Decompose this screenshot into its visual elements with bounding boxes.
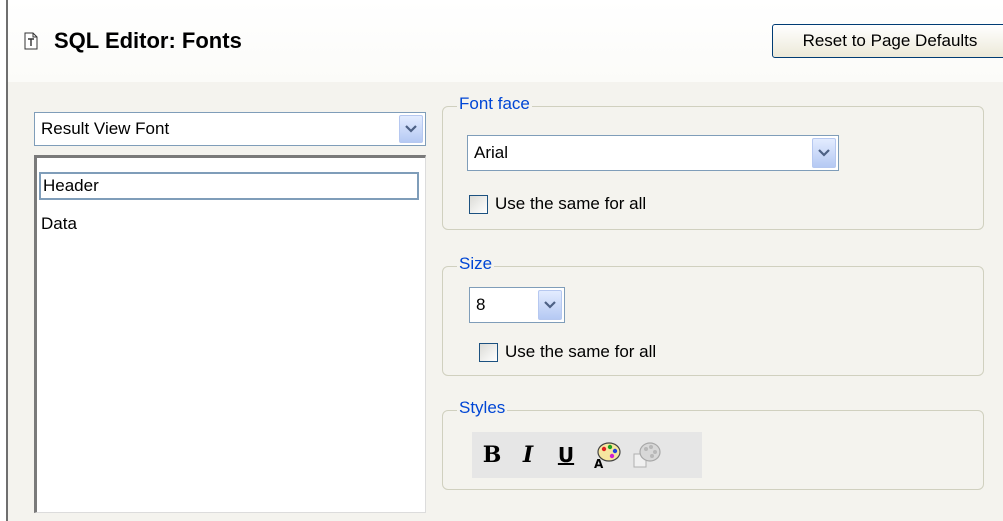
underline-icon[interactable]: U [554, 440, 578, 470]
size-select[interactable]: 8 [469, 287, 565, 323]
chevron-down-icon [544, 301, 556, 309]
background-color-palette-icon[interactable] [632, 440, 662, 470]
styles-toolbar: B I U A [472, 432, 702, 478]
size-legend: Size [457, 254, 495, 274]
font-face-legend: Font face [457, 94, 532, 114]
styles-legend: Styles [457, 398, 508, 418]
settings-panel: SQL Editor: Fonts Reset to Page Defaults… [6, 0, 1003, 521]
svg-text:A: A [594, 457, 604, 470]
page-title: SQL Editor: Fonts [54, 28, 242, 53]
size-same-for-all-checkbox[interactable] [479, 343, 498, 362]
font-face-dropdown-button[interactable] [812, 138, 836, 168]
size-group: Size 8 Use the same for all [442, 254, 984, 376]
size-value: 8 [476, 295, 486, 314]
font-category-select[interactable]: Result View Font [34, 112, 426, 146]
bold-icon[interactable]: B [480, 440, 504, 470]
font-face-same-for-all-label: Use the same for all [495, 194, 647, 213]
size-same-for-all-label: Use the same for all [505, 342, 657, 361]
font-face-select[interactable]: Arial [467, 135, 839, 171]
italic-icon[interactable]: I [516, 440, 540, 470]
header-band: SQL Editor: Fonts Reset to Page Defaults [8, 0, 1003, 82]
size-dropdown-button[interactable] [538, 290, 562, 320]
font-category-dropdown-button[interactable] [399, 115, 423, 143]
reset-to-page-defaults-button[interactable]: Reset to Page Defaults [772, 24, 1003, 58]
list-item[interactable]: Header [39, 172, 419, 200]
font-element-list[interactable]: Header Data [34, 155, 426, 513]
font-category-value: Result View Font [41, 119, 170, 138]
font-face-group: Font face Arial Use the same for all [442, 94, 984, 230]
font-face-same-for-all-checkbox[interactable] [469, 195, 488, 214]
chevron-down-icon [405, 125, 417, 133]
list-item[interactable]: Data [39, 210, 77, 238]
text-color-palette-icon[interactable]: A [592, 440, 622, 470]
chevron-down-icon [818, 149, 830, 157]
font-face-value: Arial [474, 143, 509, 162]
font-page-icon [24, 32, 38, 50]
